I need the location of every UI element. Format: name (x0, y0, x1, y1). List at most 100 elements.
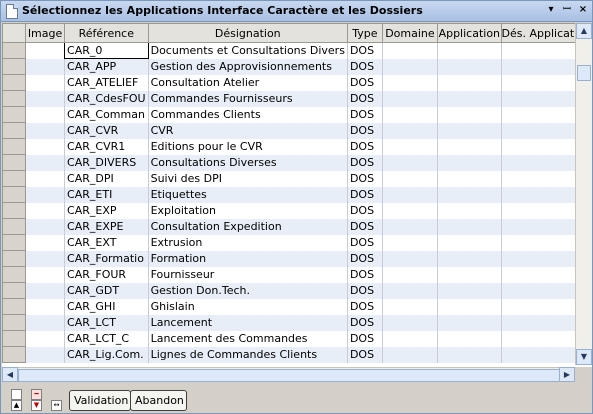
type-cell[interactable]: DOS (346, 282, 383, 299)
row-selector-cell[interactable] (2, 138, 27, 155)
designation-cell[interactable]: Formation (147, 250, 348, 267)
image-cell[interactable] (25, 186, 65, 203)
select-all-icon[interactable] (11, 389, 22, 400)
type-cell[interactable]: DOS (346, 42, 383, 59)
image-cell[interactable] (25, 154, 65, 171)
domaine-cell[interactable] (381, 186, 438, 203)
horizontal-scroll-thumb[interactable] (18, 369, 560, 382)
application-cell[interactable] (437, 346, 502, 363)
reference-cell[interactable]: CAR_GDT (64, 282, 149, 299)
table-row[interactable]: CAR_ETI Etiquettes DOS (2, 186, 592, 203)
designation-cell[interactable]: Lignes de Commandes Clients (147, 346, 348, 363)
application-cell[interactable] (437, 282, 502, 299)
abandon-button[interactable]: Abandon (130, 390, 187, 411)
table-row[interactable]: CAR_EXPE Consultation Expedition DOS (2, 218, 592, 235)
row-selector-cell[interactable] (2, 122, 27, 139)
move-up-icon[interactable]: ▲ (11, 400, 22, 411)
row-selector-cell[interactable] (2, 314, 27, 331)
application-cell[interactable] (437, 298, 502, 315)
reference-cell[interactable]: CAR_FOUR (64, 266, 149, 283)
application-cell[interactable] (437, 218, 502, 235)
reference-cell[interactable]: CAR_EXT (64, 234, 149, 251)
type-cell[interactable]: DOS (346, 138, 383, 155)
row-selector-cell[interactable] (2, 170, 27, 187)
type-cell[interactable]: DOS (346, 58, 383, 75)
designation-cell[interactable]: Documents et Consultations Divers (147, 42, 348, 59)
row-selector-header[interactable] (2, 23, 27, 43)
row-selector-cell[interactable] (2, 202, 27, 219)
image-cell[interactable] (25, 298, 65, 315)
type-cell[interactable]: DOS (346, 154, 383, 171)
close-icon[interactable]: × (576, 3, 590, 17)
domaine-cell[interactable] (381, 298, 438, 315)
table-row[interactable]: CAR_Formatio Formation DOS (2, 250, 592, 267)
application-grid[interactable]: Image Référence Désignation Type Domaine… (2, 23, 592, 381)
domaine-cell[interactable] (381, 58, 438, 75)
designation-cell[interactable]: Etiquettes (147, 186, 348, 203)
domaine-cell[interactable] (381, 202, 438, 219)
title-bar[interactable]: Sélectionnez les Applications Interface … (1, 1, 592, 22)
column-header-designation[interactable]: Désignation (147, 23, 348, 43)
designation-cell[interactable]: Lancement des Commandes (147, 330, 348, 347)
image-cell[interactable] (25, 58, 65, 75)
column-header-domaine[interactable]: Domaine (381, 23, 439, 43)
expand-icon[interactable]: ↔ (51, 400, 62, 411)
row-selector-cell[interactable] (2, 346, 27, 363)
row-selector-cell[interactable] (2, 74, 27, 91)
domaine-cell[interactable] (381, 138, 438, 155)
row-selector-cell[interactable] (2, 90, 27, 107)
designation-cell[interactable]: Consultation Atelier (147, 74, 348, 91)
application-cell[interactable] (437, 138, 502, 155)
domaine-cell[interactable] (381, 218, 438, 235)
type-cell[interactable]: DOS (346, 186, 383, 203)
reference-cell[interactable]: CAR_ETI (64, 186, 149, 203)
domaine-cell[interactable] (381, 90, 438, 107)
column-header-type[interactable]: Type (346, 23, 383, 43)
reference-cell[interactable]: CAR_APP (64, 58, 149, 75)
type-cell[interactable]: DOS (346, 234, 383, 251)
reference-cell[interactable]: CAR_Lig.Com. (64, 346, 149, 363)
image-cell[interactable] (25, 346, 65, 363)
application-cell[interactable] (437, 170, 502, 187)
application-cell[interactable] (437, 330, 502, 347)
reference-cell[interactable]: CAR_ATELIEF (64, 74, 149, 91)
row-selector-cell[interactable] (2, 298, 27, 315)
image-cell[interactable] (25, 314, 65, 331)
designation-cell[interactable]: Ghislain (147, 298, 348, 315)
image-cell[interactable] (25, 250, 65, 267)
table-row[interactable]: CAR_Lig.Com. Lignes de Commandes Clients D… (2, 346, 592, 363)
table-row[interactable]: CAR_Comman Commandes Clients DOS (2, 106, 592, 123)
designation-cell[interactable]: Consultations Diverses (147, 154, 348, 171)
reference-cell[interactable]: CAR_EXPE (64, 218, 149, 235)
row-selector-cell[interactable] (2, 250, 27, 267)
domaine-cell[interactable] (381, 346, 438, 363)
designation-cell[interactable]: Lancement (147, 314, 348, 331)
table-row[interactable]: CAR_CVR CVR DOS (2, 122, 592, 139)
scroll-right-button[interactable]: ▶ (559, 367, 575, 382)
row-selector-cell[interactable] (2, 330, 27, 347)
table-row[interactable]: CAR_ATELIEF Consultation Atelier DOS (2, 74, 592, 91)
scroll-down-button[interactable]: ▼ (576, 349, 592, 365)
column-header-reference[interactable]: Référence (64, 23, 149, 43)
domaine-cell[interactable] (381, 330, 438, 347)
designation-cell[interactable]: Gestion Don.Tech. (147, 282, 348, 299)
designation-cell[interactable]: Exploitation (147, 202, 348, 219)
application-cell[interactable] (437, 250, 502, 267)
menu-dropdown-icon[interactable]: ▾ (544, 3, 558, 17)
application-cell[interactable] (437, 58, 502, 75)
image-cell[interactable] (25, 330, 65, 347)
table-row[interactable]: CAR_GDT Gestion Don.Tech. DOS (2, 282, 592, 299)
type-cell[interactable]: DOS (346, 90, 383, 107)
domaine-cell[interactable] (381, 106, 438, 123)
application-cell[interactable] (437, 186, 502, 203)
image-cell[interactable] (25, 122, 65, 139)
table-row[interactable]: CAR_FOUR Fournisseur DOS (2, 266, 592, 283)
designation-cell[interactable]: Fournisseur (147, 266, 348, 283)
row-selector-cell[interactable] (2, 218, 27, 235)
application-cell[interactable] (437, 42, 502, 59)
application-cell[interactable] (437, 234, 502, 251)
reference-cell[interactable]: CAR_0 (64, 42, 149, 59)
scroll-up-button[interactable]: ▲ (576, 23, 592, 39)
table-row[interactable]: CAR_LCT Lancement DOS (2, 314, 592, 331)
type-cell[interactable]: DOS (346, 266, 383, 283)
